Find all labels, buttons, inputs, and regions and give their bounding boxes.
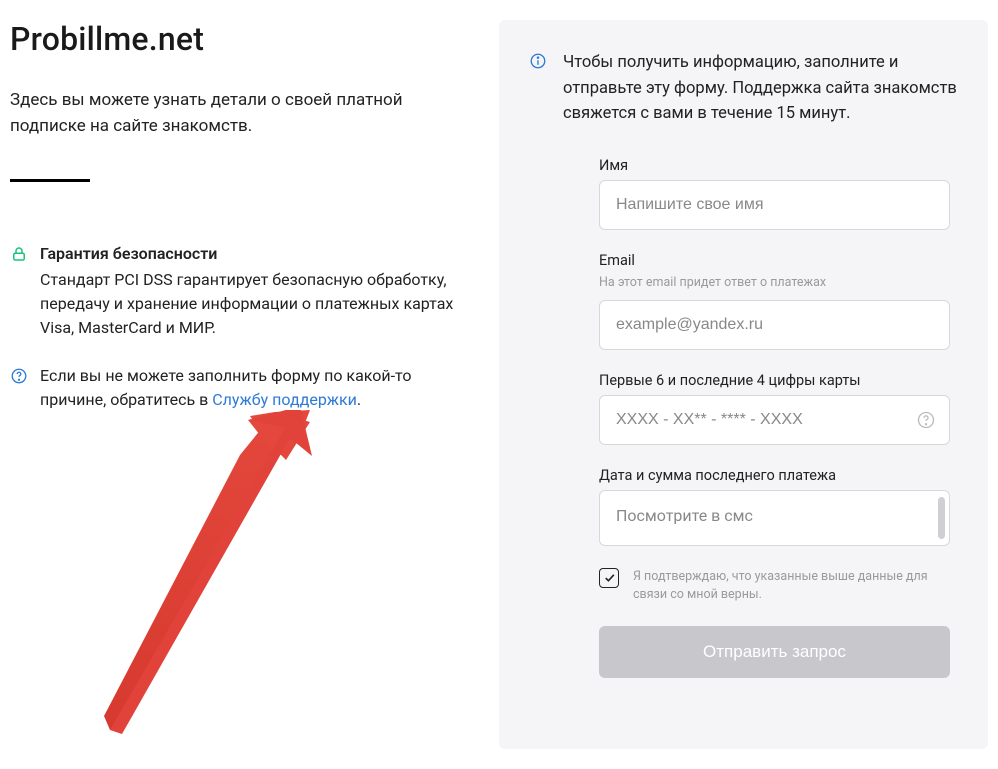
submit-button[interactable]: Отправить запрос (599, 626, 950, 678)
form-panel: Чтобы получить информацию, заполните и о… (499, 20, 988, 749)
security-block: Гарантия безопасности Стандарт PCI DSS г… (10, 242, 459, 340)
confirm-checkbox[interactable] (599, 568, 619, 588)
support-link[interactable]: Службу поддержки (212, 390, 357, 409)
scrollbar[interactable] (938, 497, 945, 539)
help-icon[interactable] (916, 410, 936, 430)
site-title: Probillme.net (10, 20, 459, 58)
lock-icon (10, 245, 28, 263)
email-input[interactable] (599, 300, 950, 350)
help-text: Если вы не можете заполнить форму по как… (40, 364, 459, 412)
divider (10, 179, 90, 182)
question-icon (10, 367, 28, 385)
help-block: Если вы не можете заполнить форму по как… (10, 364, 459, 412)
name-label: Имя (599, 157, 950, 174)
email-label: Email (599, 252, 950, 269)
payment-input[interactable]: Посмотрите в смс (599, 490, 950, 546)
info-icon (529, 52, 547, 70)
name-input[interactable] (599, 180, 950, 230)
security-body: Стандарт PCI DSS гарантирует безопасную … (40, 268, 459, 340)
intro-text: Здесь вы можете узнать детали о своей пл… (10, 88, 410, 139)
payment-label: Дата и сумма последнего платежа (599, 467, 950, 484)
email-hint: На этот email придет ответ о платежах (599, 275, 950, 290)
form-header-text: Чтобы получить информацию, заполните и о… (563, 50, 958, 127)
security-title: Гарантия безопасности (40, 242, 459, 266)
card-label: Первые 6 и последние 4 цифры карты (599, 372, 950, 389)
card-input[interactable] (599, 395, 950, 445)
confirm-label: Я подтверждаю, что указанные выше данные… (633, 568, 950, 604)
